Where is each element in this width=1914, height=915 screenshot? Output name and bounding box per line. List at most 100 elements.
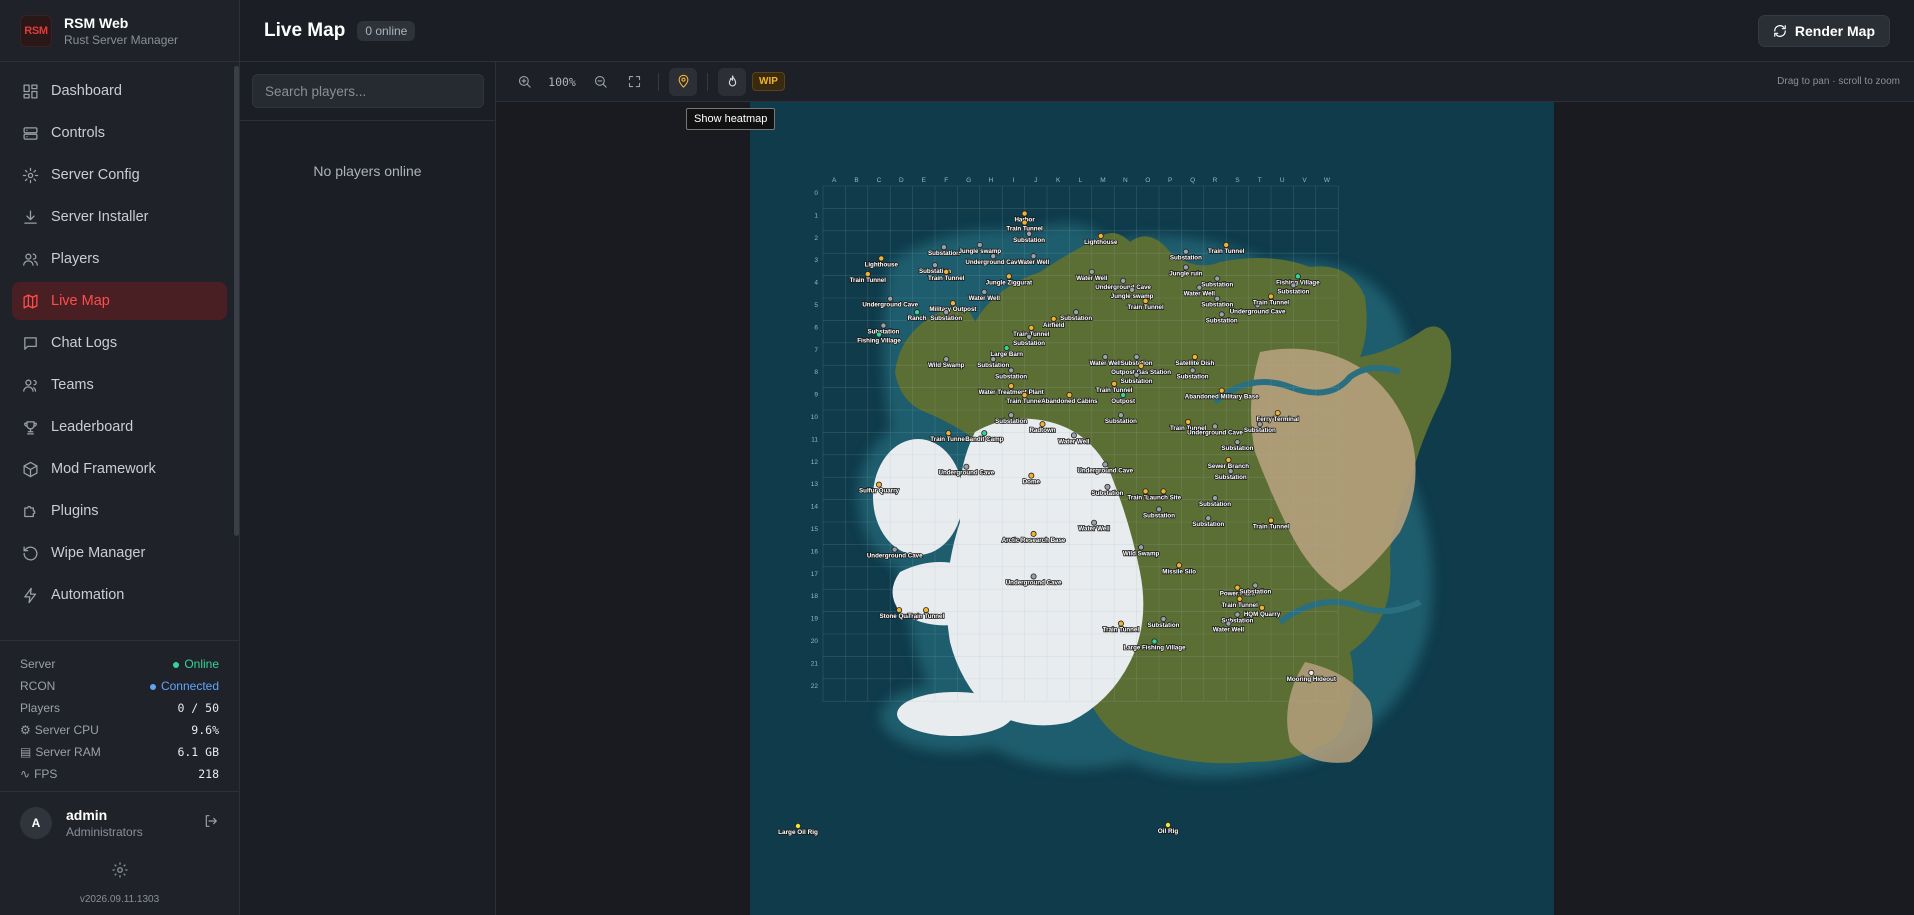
zoom-out-icon [594,75,607,88]
sidebar-nav: Dashboard Controls Server Config Server … [0,62,239,640]
poi-label: Substation [867,329,899,336]
sidebar-item-label: Players [51,251,100,267]
poi-label: Sewer Branch [1208,463,1249,470]
sidebar-item-automation[interactable]: Automation [12,576,227,614]
sidebar-item-chat-logs[interactable]: Chat Logs [12,324,227,362]
status-dot [173,661,180,668]
grid-col-label: C [877,177,882,184]
poi-marker-icon [1294,273,1301,280]
map-canvas[interactable]: A B C D E F G H I J K L M N O P Q R S T U V W 0 1 2 3 4 5 6 7 8 9 10 11 12 1… [750,102,1554,915]
poi-label: Substation [1121,378,1153,385]
grid-col-label: S [1235,177,1240,184]
poi-label: Water Well [1213,627,1245,634]
poi-label: Underground Cave [1230,308,1286,315]
sidebar-item-mod-framework[interactable]: Mod Framework [12,450,227,488]
poi-label: Train Tunnel [850,277,887,284]
sidebar-item-controls[interactable]: Controls [12,114,227,152]
sidebar-item-server-installer[interactable]: Server Installer [12,198,227,236]
poi-marker-icon [1028,324,1035,331]
sidebar-item-dashboard[interactable]: Dashboard [12,72,227,110]
poi-label: Train Tunnel [1253,299,1290,306]
grid-row-label: 6 [814,324,818,331]
reset-icon [23,545,38,561]
toggle-markers-button[interactable] [669,67,697,96]
stat-cpu: ⚙ Server CPU 9.6% [20,723,219,737]
poi-label: Abandoned Cabins [1041,398,1098,405]
poi-label: Bandit Camp [965,436,1003,443]
poi-marker-icon [1003,344,1010,351]
grid-col-label: H [989,177,994,184]
poi-label: Abandoned Military Base [1185,394,1259,401]
poi-label: Sulfur Quarry [859,488,899,495]
poi-label: Substation [1215,474,1247,481]
grid-col-label: T [1258,177,1262,184]
poi-label: Dome [1023,479,1041,486]
sidebar-item-leaderboard[interactable]: Leaderboard [12,408,227,446]
poi-label: Jungle ruin [1169,270,1203,277]
poi-marker-icon [1133,353,1140,360]
zoom-out-button[interactable] [586,68,614,96]
app-version: v2026.09.11.1303 [79,894,160,905]
poi-marker-icon [1236,595,1243,602]
server-stats: Server Online RCON Connected Players 0 /… [0,640,239,791]
poi-label: Train Tunnel [1208,248,1245,255]
grid-col-label: L [1079,177,1083,184]
poi-label: Substation [1239,588,1271,595]
user-role: Administrators [66,824,143,839]
grid-col-label: Q [1190,177,1195,184]
poi-label: Ferry Terminal [1256,416,1299,423]
sidebar-item-players[interactable]: Players [12,240,227,278]
sidebar-item-server-config[interactable]: Server Config [12,156,227,194]
poi-label: Substation [1121,360,1153,367]
grid-row-label: 9 [814,392,818,399]
sidebar-item-label: Mod Framework [51,461,156,477]
main: Live Map 0 online Render Map No players … [240,0,1914,915]
map-svg[interactable]: A B C D E F G H I J K L M N O P Q R S T U V W01234567891011121… [750,102,1554,915]
brand-title: RSM Web [64,14,129,31]
poi-label: Train Tunnel [1096,387,1133,394]
poi-label: Large Fishing Village [1123,644,1186,651]
poi-label: Fishing Village [857,338,901,345]
grid-col-label: O [1145,177,1150,184]
sidebar-item-wipe-manager[interactable]: Wipe Manager [12,534,227,572]
sidebar-item-teams[interactable]: Teams [12,366,227,404]
poi-label: Underground Cave [965,259,1021,266]
rcon-status: Connected [160,679,219,693]
sidebar-item-label: Controls [51,125,105,141]
poi-marker-icon [943,268,950,275]
oil-rig-marker-icon [795,823,802,830]
poi-marker-icon [1218,311,1225,318]
settings-gear-icon[interactable] [111,861,129,879]
poi-label: Water Well [1018,259,1050,266]
sidebar-item-live-map[interactable]: Live Map [12,282,227,320]
sidebar: RSM RSM Web Rust Server Manager Dashboar… [0,0,240,915]
poi-label: Substation [1201,282,1233,289]
ram-icon: ▤ [20,745,32,759]
poi-label: Arctic Research Base [1002,537,1066,544]
map-viewport[interactable]: A B C D E F G H I J K L M N O P Q R S T U V W 0 1 2 3 4 5 6 7 8 9 10 11 12 1… [496,102,1914,915]
poi-marker-icon [880,322,887,329]
sidebar-item-plugins[interactable]: Plugins [12,492,227,530]
sidebar-scrollbar[interactable] [234,66,239,536]
ram-value: 6.1 GB [177,745,219,759]
poi-marker-icon [1008,383,1015,390]
zoom-in-button[interactable] [510,68,538,96]
logout-button[interactable] [203,813,219,832]
box-icon [23,461,38,477]
poi-label: Underground Cave [1095,284,1151,291]
poi-marker-icon [1088,268,1095,275]
poi-marker-icon [1120,392,1127,399]
poi-label: Launch Site [1146,494,1182,501]
fit-view-button[interactable] [620,68,648,96]
render-map-button[interactable]: Render Map [1757,14,1890,47]
brand[interactable]: RSM RSM Web Rust Server Manager [0,0,239,62]
grid-col-label: G [966,177,971,184]
search-players-input[interactable] [252,74,484,108]
avatar[interactable]: A [20,806,52,839]
poi-label: Substation [1147,622,1179,629]
grid-col-label: K [1056,177,1061,184]
grid-row-label: 10 [811,414,819,421]
poi-label: Large Barn [990,351,1023,358]
sidebar-item-label: Server Config [51,167,140,183]
heatmap-button[interactable] [718,67,746,96]
